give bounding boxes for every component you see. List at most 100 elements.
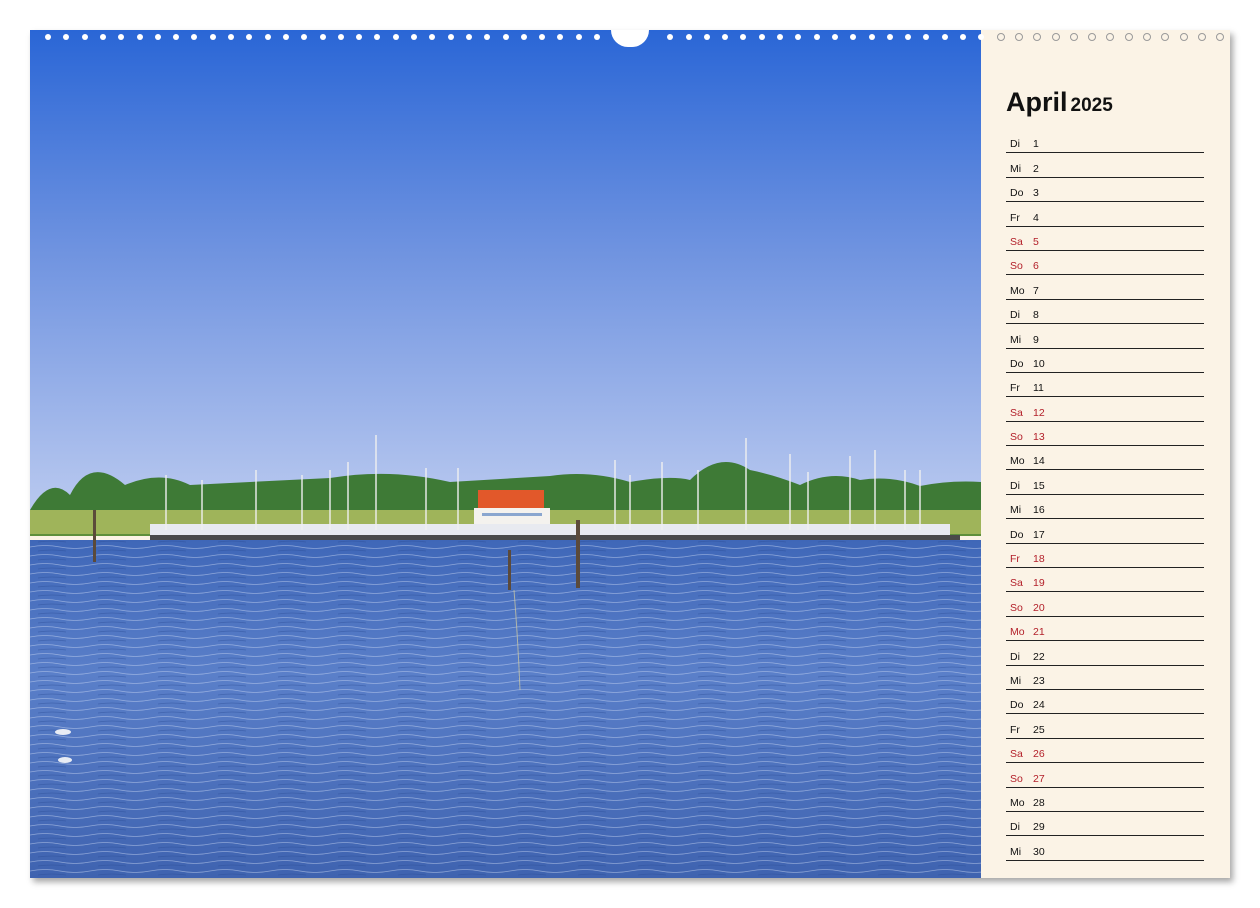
binding-hole [465, 34, 472, 40]
day-number: 19 [1033, 577, 1045, 590]
day-number: 20 [1033, 601, 1045, 614]
weekday-label: Di [1010, 821, 1020, 834]
day-row: Do 17 [1006, 520, 1204, 544]
day-number: 21 [1033, 626, 1045, 639]
sky [30, 30, 981, 520]
binding-hole [703, 34, 710, 40]
binding-hole [429, 34, 436, 40]
weekday-label: Sa [1010, 235, 1023, 248]
binding-hole [722, 34, 729, 40]
weekday-label: Di [1010, 309, 1020, 322]
weekday-label: So [1010, 601, 1023, 614]
binding-hole [228, 34, 234, 40]
day-number: 7 [1033, 284, 1039, 297]
binding-hole [813, 34, 820, 40]
calendar-panel: April 2025 Di 1 Mi 2 Do 3 Fr 4 Sa 5 So 6 Mo 7 Di 8 Mi 9 Do 1… [1006, 82, 1204, 862]
weekday-label: Mo [1010, 796, 1025, 809]
day-row: Fr 11 [1006, 374, 1204, 398]
binding-hole [978, 34, 985, 40]
binding-hole [905, 34, 912, 40]
binding-hole [923, 34, 930, 40]
binding-hole [740, 34, 747, 40]
binding-hole [264, 34, 271, 40]
binding-hole [301, 34, 308, 40]
binding-hole [319, 34, 326, 40]
day-number: 4 [1033, 211, 1039, 224]
binding-hole [1143, 33, 1151, 41]
binding-hole [118, 34, 125, 40]
binding-hole [996, 33, 1005, 41]
day-row: So 13 [1006, 423, 1204, 447]
day-number: 23 [1033, 674, 1045, 687]
day-row: Mi 2 [1006, 154, 1204, 178]
weekday-label: Mo [1010, 455, 1025, 468]
binding-hole [1014, 33, 1023, 41]
day-row: Do 10 [1006, 350, 1204, 373]
day-number: 12 [1033, 406, 1045, 419]
binding-hole [960, 34, 966, 40]
binding-hole [356, 34, 363, 40]
binding-hole [575, 34, 582, 40]
day-number: 16 [1033, 504, 1045, 517]
binding-hole [191, 34, 198, 40]
weekday-label: Sa [1010, 406, 1023, 419]
day-number: 3 [1033, 187, 1039, 200]
day-row: Sa 19 [1006, 569, 1204, 593]
day-number: 30 [1033, 845, 1045, 858]
binding-hole [1124, 33, 1133, 41]
binding-hole [392, 34, 399, 40]
binding-hole [1088, 33, 1097, 41]
binding-hole [941, 34, 948, 40]
weekday-label: Di [1010, 479, 1020, 492]
weekday-label: Mi [1010, 674, 1022, 687]
day-row: Di 29 [1006, 813, 1204, 837]
binding-hole [539, 34, 546, 40]
day-row: Sa 5 [1006, 228, 1204, 251]
binding-hole [831, 34, 838, 40]
day-number: 5 [1033, 235, 1039, 248]
weekday-label: Di [1010, 138, 1020, 151]
weekday-label: Mi [1010, 333, 1022, 346]
weekday-label: Mi [1010, 845, 1022, 858]
binding-hole [1197, 33, 1206, 41]
weekday-label: Fr [1010, 382, 1020, 395]
binding-hole [282, 34, 289, 40]
day-row: Di 22 [1006, 642, 1204, 666]
year-label: 2025 [1070, 95, 1113, 116]
binding-hole [447, 34, 454, 40]
day-number: 8 [1033, 309, 1039, 322]
binding-hole [1069, 33, 1078, 41]
day-number: 10 [1033, 357, 1045, 370]
day-number: 6 [1033, 260, 1039, 273]
day-row: Fr 18 [1006, 545, 1204, 569]
month-label: April [1006, 87, 1068, 117]
weekday-label: Sa [1010, 577, 1023, 590]
day-row: Do 24 [1006, 691, 1204, 715]
binding-hole [667, 34, 674, 40]
binding-hole [758, 34, 765, 40]
weekday-label: Fr [1010, 211, 1020, 224]
day-row: Di 8 [1006, 301, 1204, 325]
day-number: 28 [1033, 796, 1045, 809]
binding-hole [411, 34, 417, 40]
weekday-label: Do [1010, 699, 1024, 712]
weekday-label: Di [1010, 650, 1020, 663]
weekday-label: Do [1010, 357, 1024, 370]
binding-hole [886, 34, 893, 40]
day-number: 17 [1033, 528, 1045, 541]
binding-hole [520, 34, 527, 40]
day-number: 29 [1033, 821, 1045, 834]
day-row: Mo 21 [1006, 618, 1204, 642]
binding-hole [1161, 33, 1170, 41]
weekday-label: So [1010, 772, 1023, 785]
day-row: Fr 4 [1006, 203, 1204, 227]
month-heading: April 2025 [1006, 82, 1204, 122]
binding-hole [557, 34, 564, 40]
binding-hole [99, 34, 106, 40]
binding-hole [337, 34, 344, 40]
binding-hole [81, 34, 88, 40]
binding-hole [1033, 33, 1042, 41]
red-roof-house [474, 490, 550, 526]
day-row: Sa 26 [1006, 740, 1204, 764]
binding-hole [136, 34, 143, 40]
